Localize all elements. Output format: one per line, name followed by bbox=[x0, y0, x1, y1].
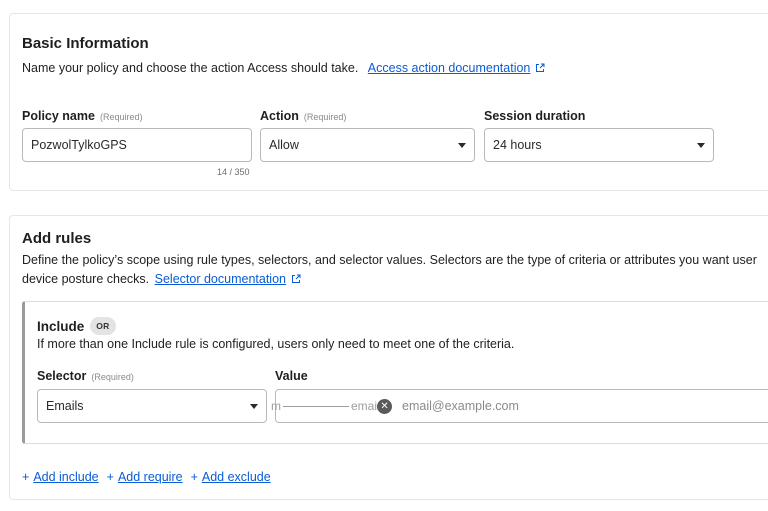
chevron-down-icon bbox=[250, 403, 258, 409]
or-badge: OR bbox=[90, 317, 116, 335]
add-rules-card: Add rules Define the policy’s scope usin… bbox=[9, 215, 768, 500]
add-exclude-link[interactable]: + Add exclude bbox=[191, 470, 271, 484]
plus-icon: + bbox=[190, 470, 198, 484]
policy-name-input[interactable]: PozwolTylkoGPS bbox=[22, 128, 252, 162]
include-description: If more than one Include rule is configu… bbox=[37, 337, 515, 351]
tag-divider bbox=[283, 405, 349, 407]
selector-value: Emails bbox=[46, 399, 84, 413]
value-label-text: Value bbox=[275, 369, 308, 383]
policy-name-label: Policy name (Required) bbox=[22, 109, 142, 123]
value-label: Value bbox=[275, 369, 308, 383]
session-duration-select[interactable]: 24 hours bbox=[484, 128, 714, 162]
add-require-label: Add require bbox=[117, 470, 183, 484]
basic-information-card: Basic Information Name your policy and c… bbox=[9, 13, 768, 191]
action-required: (Required) bbox=[303, 112, 347, 122]
email-tag: m emai bbox=[271, 399, 377, 413]
include-title-text: Include bbox=[37, 318, 85, 334]
selector-documentation-label: Selector documentation bbox=[154, 272, 286, 286]
email-tag-text: emai bbox=[351, 399, 378, 413]
action-label-text: Action bbox=[260, 109, 299, 123]
access-action-documentation-label: Access action documentation bbox=[367, 61, 531, 75]
session-duration-value: 24 hours bbox=[493, 138, 542, 152]
plus-icon: + bbox=[106, 470, 114, 484]
selector-documentation-link[interactable]: Selector documentation bbox=[155, 272, 301, 286]
add-rules-title: Add rules bbox=[22, 230, 92, 247]
chevron-down-icon bbox=[458, 142, 466, 148]
external-link-icon bbox=[536, 63, 545, 72]
external-link-icon bbox=[291, 274, 301, 283]
basic-information-description: Name your policy and choose the action A… bbox=[22, 59, 545, 77]
chevron-down-icon bbox=[697, 142, 705, 148]
policy-name-value: PozwolTylkoGPS bbox=[31, 138, 127, 152]
session-duration-label-text: Session duration bbox=[484, 109, 586, 123]
email-value-input[interactable]: m emai ✕ email@example.com bbox=[271, 389, 768, 423]
email-placeholder: email@example.com bbox=[402, 399, 519, 413]
action-select[interactable]: Allow bbox=[260, 128, 475, 162]
session-duration-label: Session duration bbox=[484, 109, 585, 123]
add-rules-description-text: device posture checks. bbox=[22, 272, 150, 286]
policy-name-label-text: Policy name bbox=[22, 109, 95, 123]
access-action-documentation-link[interactable]: Access action documentation bbox=[368, 61, 546, 75]
add-rules-description-line2: device posture checks. Selector document… bbox=[22, 270, 301, 288]
plus-icon: + bbox=[22, 470, 30, 484]
selector-label: Selector (Required) bbox=[37, 369, 134, 383]
add-rule-links: + Add include + Add require + Add exclude bbox=[22, 470, 271, 484]
add-rules-description-line1: Define the policy’s scope using rule typ… bbox=[22, 253, 757, 267]
add-exclude-label: Add exclude bbox=[201, 470, 271, 484]
action-label: Action (Required) bbox=[260, 109, 346, 123]
policy-name-required: (Required) bbox=[99, 112, 143, 122]
policy-name-counter: 14 / 350 bbox=[217, 167, 250, 177]
include-rule-box: Include OR If more than one Include rule… bbox=[22, 301, 768, 444]
basic-information-title: Basic Information bbox=[22, 35, 149, 52]
add-include-link[interactable]: + Add include bbox=[22, 470, 99, 484]
action-value: Allow bbox=[269, 138, 299, 152]
close-icon[interactable]: ✕ bbox=[377, 398, 393, 414]
add-include-label: Add include bbox=[33, 470, 99, 484]
selector-label-text: Selector bbox=[37, 369, 87, 383]
email-tag-prefix: m bbox=[271, 399, 281, 413]
selector-select[interactable]: Emails bbox=[37, 389, 267, 423]
selector-required: (Required) bbox=[91, 372, 134, 382]
include-title: Include OR bbox=[37, 317, 116, 335]
basic-description-text: Name your policy and choose the action A… bbox=[22, 61, 359, 75]
add-require-link[interactable]: + Add require bbox=[107, 470, 183, 484]
